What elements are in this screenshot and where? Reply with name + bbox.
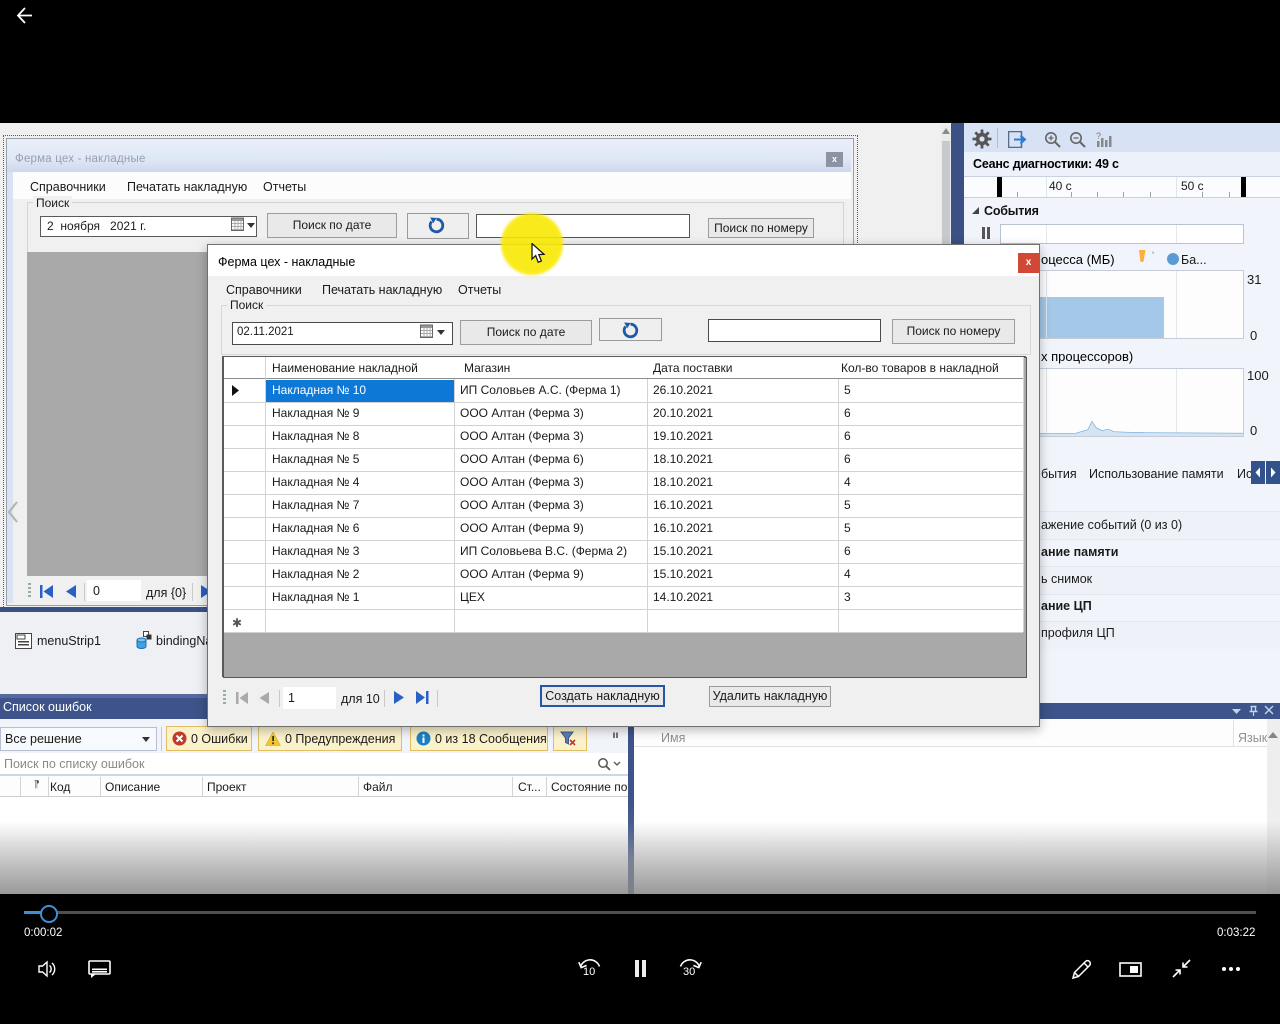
svg-text:?: ? <box>1096 131 1101 141</box>
